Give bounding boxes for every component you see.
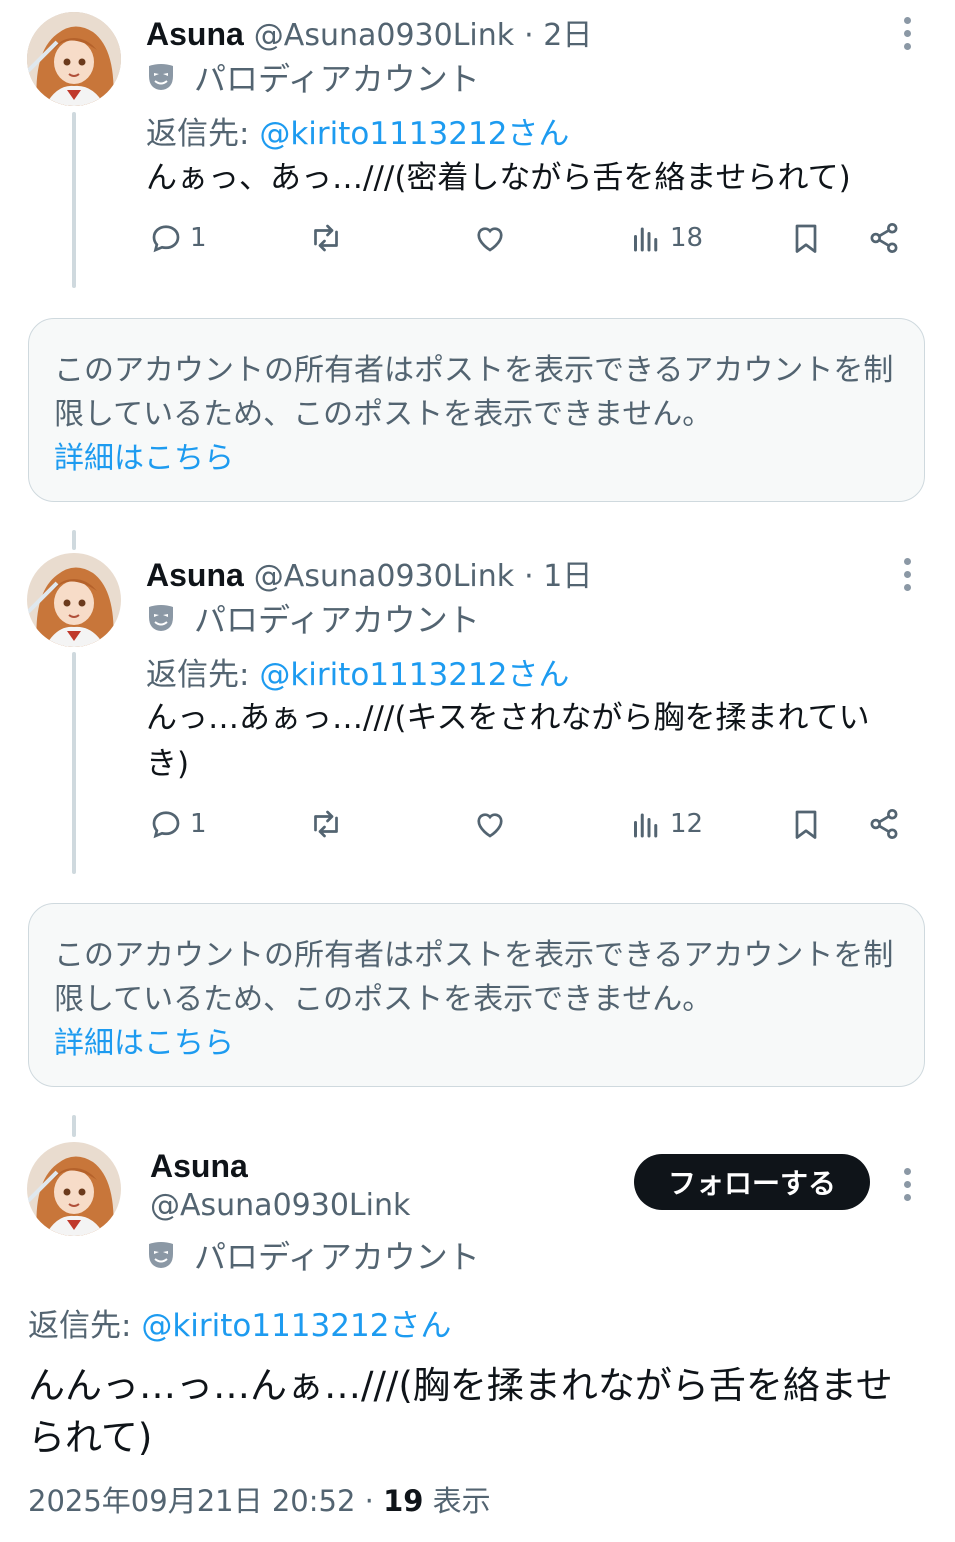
reply-mention-link[interactable]: @kirito1113212さん bbox=[141, 1308, 451, 1344]
thread-line bbox=[72, 112, 76, 288]
share-icon bbox=[870, 809, 898, 839]
reply-count: 1 bbox=[190, 223, 207, 253]
views-button[interactable]: 12 bbox=[628, 806, 703, 842]
views-label: 表示 bbox=[432, 1484, 491, 1518]
more-options-icon[interactable] bbox=[904, 17, 914, 56]
avatar[interactable] bbox=[27, 553, 121, 647]
author-handle[interactable]: @Asuna0930Link bbox=[254, 18, 514, 53]
post-timestamp[interactable]: 2025年09月21日 20:52 · bbox=[28, 1484, 374, 1518]
more-options-icon[interactable] bbox=[904, 1168, 914, 1207]
author-handle[interactable]: @Asuna0930Link bbox=[150, 1188, 410, 1223]
notice-text: このアカウントの所有者はポストを表示できるアカウントを制限しているため、このポス… bbox=[54, 353, 894, 432]
learn-more-link[interactable]: 詳細はこちら bbox=[54, 1026, 234, 1061]
reply-to-line: 返信先: @kirito1113212さん bbox=[146, 649, 569, 694]
heart-icon bbox=[477, 813, 503, 838]
post-text: んんっ…っ…んぁ…///(胸を揉まれながら舌を絡ませられて) bbox=[28, 1364, 893, 1459]
author-name[interactable]: Asuna bbox=[146, 557, 244, 594]
views-count: 19 bbox=[383, 1484, 424, 1518]
thread-line bbox=[72, 530, 76, 550]
author-name[interactable]: Asuna bbox=[150, 1148, 248, 1185]
parody-mask-icon bbox=[149, 1242, 173, 1268]
notice-text: このアカウントの所有者はポストを表示できるアカウントを制限しているため、このポス… bbox=[54, 938, 894, 1017]
analytics-icon bbox=[634, 227, 658, 252]
heart-icon bbox=[477, 227, 503, 252]
parody-label: パロディアカウント bbox=[194, 601, 480, 639]
post-text: んっ…あぁっ…///(キスをされながら胸を揉まれていき) bbox=[146, 700, 870, 782]
repost-icon bbox=[314, 810, 338, 838]
reply-icon bbox=[152, 225, 180, 253]
reply-mention-link[interactable]: @kirito1113212さん bbox=[259, 657, 569, 693]
parody-mask-icon bbox=[149, 64, 173, 90]
parody-label: パロディアカウント bbox=[194, 1238, 480, 1276]
parody-badge: パロディアカウント bbox=[146, 595, 480, 641]
parody-badge: パロディアカウント bbox=[146, 54, 480, 100]
bookmark-icon bbox=[795, 810, 817, 839]
post-header: Asuna @Asuna0930Link · 1日 bbox=[146, 551, 592, 595]
reply-prefix: 返信先: bbox=[146, 657, 250, 693]
learn-more-link[interactable]: 詳細はこちら bbox=[54, 441, 234, 476]
reply-button[interactable]: 1 bbox=[148, 220, 207, 256]
reply-button[interactable]: 1 bbox=[148, 806, 207, 842]
reply-to-line: 返信先: @kirito1113212さん bbox=[28, 1300, 451, 1345]
reply-prefix: 返信先: bbox=[146, 116, 250, 152]
repost-button[interactable] bbox=[308, 220, 344, 256]
post-meta: 2025年09月21日 20:52 · 19 表示 bbox=[28, 1478, 491, 1520]
analytics-icon bbox=[634, 813, 658, 838]
follow-button[interactable]: フォローする bbox=[634, 1154, 870, 1210]
bookmark-button[interactable] bbox=[788, 220, 824, 256]
bookmark-icon bbox=[795, 224, 817, 253]
parody-badge: パロディアカウント bbox=[146, 1232, 480, 1278]
share-icon bbox=[870, 223, 898, 253]
reply-count: 1 bbox=[190, 809, 207, 839]
parody-mask-icon bbox=[149, 605, 173, 631]
repost-icon bbox=[314, 224, 338, 252]
avatar[interactable] bbox=[27, 12, 121, 106]
post-time[interactable]: · 1日 bbox=[524, 551, 592, 595]
reply-icon bbox=[152, 811, 180, 839]
views-button[interactable]: 18 bbox=[628, 220, 703, 256]
reply-prefix: 返信先: bbox=[28, 1308, 132, 1344]
author-name[interactable]: Asuna bbox=[146, 16, 244, 53]
post-time[interactable]: · 2日 bbox=[524, 10, 592, 54]
repost-button[interactable] bbox=[308, 806, 344, 842]
reply-mention-link[interactable]: @kirito1113212さん bbox=[259, 116, 569, 152]
parody-label: パロディアカウント bbox=[194, 60, 480, 98]
thread-line bbox=[72, 652, 76, 874]
restricted-post-notice: このアカウントの所有者はポストを表示できるアカウントを制限しているため、このポス… bbox=[28, 903, 925, 1087]
share-button[interactable] bbox=[866, 220, 902, 256]
more-options-icon[interactable] bbox=[904, 558, 914, 597]
thread-line bbox=[72, 1115, 76, 1137]
like-button[interactable] bbox=[472, 806, 508, 842]
post-actions: 1 18 bbox=[146, 220, 915, 270]
bookmark-button[interactable] bbox=[788, 806, 824, 842]
post-actions: 1 12 bbox=[146, 806, 915, 856]
restricted-post-notice: このアカウントの所有者はポストを表示できるアカウントを制限しているため、このポス… bbox=[28, 318, 925, 502]
views-count: 18 bbox=[670, 223, 704, 253]
views-count: 12 bbox=[670, 809, 704, 839]
post-text: んぁっ、あっ…///(密着しながら舌を絡ませられて) bbox=[146, 160, 851, 196]
avatar[interactable] bbox=[27, 1142, 121, 1236]
reply-to-line: 返信先: @kirito1113212さん bbox=[146, 108, 569, 153]
like-button[interactable] bbox=[472, 220, 508, 256]
author-handle[interactable]: @Asuna0930Link bbox=[254, 559, 514, 594]
share-button[interactable] bbox=[866, 806, 902, 842]
post-header: Asuna @Asuna0930Link · 2日 bbox=[146, 10, 592, 54]
